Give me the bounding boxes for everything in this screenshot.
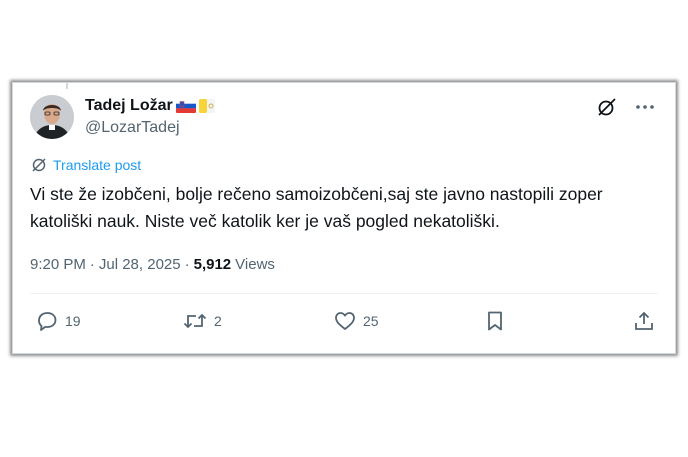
bookmark-icon bbox=[483, 309, 507, 333]
repost-icon bbox=[182, 309, 208, 333]
reply-icon bbox=[35, 309, 59, 333]
grok-icon[interactable] bbox=[595, 95, 619, 119]
share-icon bbox=[632, 309, 656, 333]
like-count: 25 bbox=[363, 313, 379, 329]
meta-separator-2: · bbox=[184, 256, 190, 273]
heart-icon bbox=[333, 309, 357, 333]
vatican-flag-icon bbox=[198, 99, 215, 113]
meta-separator: · bbox=[89, 256, 95, 273]
translate-label[interactable]: Translate post bbox=[53, 157, 141, 173]
repost-count: 2 bbox=[214, 313, 222, 329]
tweet-card: Tadej Ložar @LozarTadej Translate post V… bbox=[12, 82, 676, 354]
slovenia-flag-icon bbox=[175, 99, 196, 113]
repost-button[interactable]: 2 bbox=[182, 309, 222, 333]
share-button[interactable] bbox=[632, 309, 656, 333]
author-name[interactable]: Tadej Ložar bbox=[85, 97, 173, 115]
author-name-row[interactable]: Tadej Ložar bbox=[85, 96, 215, 116]
translate-post-link[interactable]: Translate post bbox=[31, 157, 141, 173]
post-date[interactable]: Jul 28, 2025 bbox=[99, 256, 181, 273]
top-right-controls bbox=[595, 95, 657, 119]
like-button[interactable]: 25 bbox=[333, 309, 379, 333]
translate-icon bbox=[31, 157, 47, 173]
divider bbox=[30, 293, 658, 294]
more-options-icon[interactable] bbox=[633, 95, 657, 119]
post-time[interactable]: 9:20 PM bbox=[30, 256, 86, 273]
author-handle[interactable]: @LozarTadej bbox=[85, 119, 180, 137]
action-bar: 19 2 25 bbox=[30, 309, 658, 337]
views-count: 5,912 bbox=[193, 256, 232, 273]
reply-count: 19 bbox=[65, 313, 81, 329]
views-label: Views bbox=[235, 256, 275, 273]
post-text: Vi ste že izobčeni, bolje rečeno samoizo… bbox=[30, 184, 603, 231]
thread-line bbox=[66, 83, 68, 89]
avatar[interactable] bbox=[30, 95, 74, 139]
reply-button[interactable]: 19 bbox=[35, 309, 81, 333]
post-meta: 9:20 PM · Jul 28, 2025 · 5,912 Views bbox=[30, 256, 275, 273]
bookmark-button[interactable] bbox=[483, 309, 507, 333]
